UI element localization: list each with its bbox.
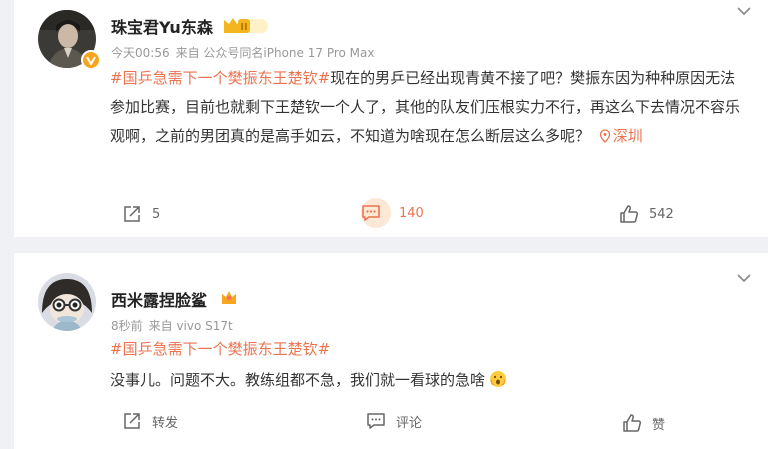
- emoji-icon: [490, 371, 507, 387]
- post-card: 西米露捏脸鲨 8秒前 来自 vivo S17t #国乒急需下一个樊振东王楚钦# 没…: [14, 253, 768, 449]
- post-source: 来自 vivo S17t: [148, 319, 233, 333]
- repost-button[interactable]: 5: [122, 204, 160, 224]
- like-count: 542: [649, 206, 674, 222]
- post-meta: 今天00:56 来自 公众号同名iPhone 17 Pro Max: [111, 44, 380, 61]
- post-content: #国乒急需下一个樊振东王楚钦#现在的男乒已经出现青黄不接了吧？樊振东因为种种原因…: [110, 64, 750, 151]
- comment-button[interactable]: 140: [361, 198, 424, 228]
- post-content: #国乒急需下一个樊振东王楚钦# 没事儿。问题不大。教练组都不急，我们就一看球的急…: [110, 335, 750, 395]
- vip-level-label: II: [240, 22, 247, 33]
- verified-badge-icon: [81, 50, 101, 70]
- repost-label: 转发: [152, 415, 179, 431]
- username[interactable]: 西米露捏脸鲨: [111, 287, 207, 311]
- chevron-down-icon[interactable]: [737, 273, 751, 283]
- comment-icon: [362, 205, 380, 221]
- avatar[interactable]: [38, 273, 96, 331]
- post-source: 来自 公众号同名iPhone 17 Pro Max: [175, 46, 375, 60]
- location-link[interactable]: 深圳: [595, 127, 643, 145]
- like-button[interactable]: 542: [619, 204, 674, 224]
- like-button[interactable]: 赞: [622, 413, 665, 433]
- vip-badge-icon[interactable]: II: [222, 16, 268, 34]
- chevron-down-icon[interactable]: [737, 6, 751, 16]
- post-time[interactable]: 8秒前: [111, 319, 143, 333]
- repost-icon: [124, 206, 140, 222]
- comment-icon-highlight: [361, 198, 391, 228]
- post-meta: 8秒前 来自 vivo S17t: [111, 317, 239, 334]
- post-text: 没事儿。问题不大。教练组都不急，我们就一看球的急啥: [110, 371, 486, 389]
- location-pin-icon: [599, 129, 610, 143]
- repost-button[interactable]: 转发: [122, 411, 178, 431]
- like-icon: [623, 414, 642, 432]
- comment-icon: [367, 413, 385, 429]
- comment-label: 评论: [396, 415, 423, 431]
- post-card: 珠宝君Yu东森 II 今天00:56 来自 公众号同名iPhone 17 Pro …: [14, 0, 768, 237]
- username[interactable]: 珠宝君Yu东森: [111, 14, 213, 38]
- topic-link[interactable]: #国乒急需下一个樊振东王楚钦#: [110, 335, 750, 364]
- repost-icon: [124, 413, 140, 429]
- repost-count: 5: [152, 206, 161, 222]
- comment-count: 140: [399, 205, 424, 221]
- comment-button[interactable]: 评论: [366, 411, 422, 431]
- crown-icon[interactable]: [220, 288, 238, 306]
- like-label: 赞: [652, 417, 666, 433]
- post-text-line: 没事儿。问题不大。教练组都不急，我们就一看球的急啥: [110, 366, 750, 395]
- post-time[interactable]: 今天00:56: [111, 46, 170, 60]
- like-icon: [620, 205, 639, 223]
- location-label: 深圳: [612, 127, 643, 145]
- topic-link[interactable]: #国乒急需下一个樊振东王楚钦#: [110, 69, 330, 87]
